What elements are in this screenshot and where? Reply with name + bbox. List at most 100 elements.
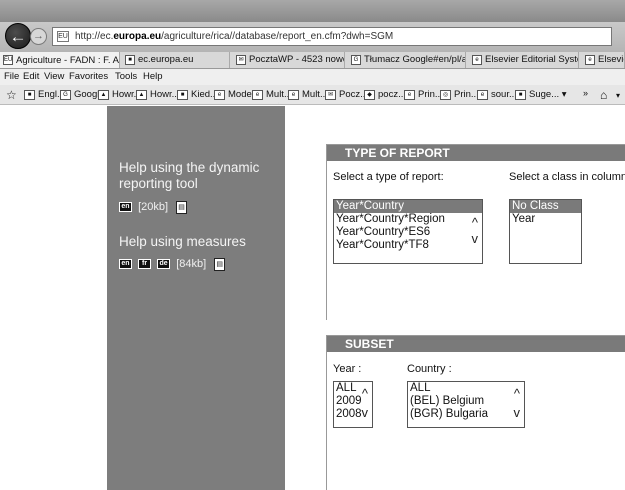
tab-elsevier-editorial[interactable]: e Elsevier Editorial SystemTM bbox=[469, 52, 579, 68]
section-title: TYPE OF REPORT bbox=[327, 145, 625, 161]
fav-howr-2[interactable]: ▲ Howr... bbox=[136, 85, 180, 105]
menu-bar: File Edit View Favorites Tools Help bbox=[0, 69, 625, 85]
fav-mult-2[interactable]: e Mult... bbox=[288, 85, 328, 105]
tab-label: Elsevier fo bbox=[598, 54, 624, 65]
select-class-label: Select a class in columns: bbox=[509, 171, 625, 183]
fav-favicon-icon: ■ bbox=[515, 90, 526, 100]
tab-favicon-icon: ✉ bbox=[236, 55, 246, 65]
section-title: SUBSET bbox=[327, 336, 625, 352]
scroll-down-icon[interactable]: v bbox=[514, 406, 521, 419]
menu-favorites[interactable]: Favorites bbox=[69, 69, 108, 85]
year-listbox[interactable]: ALL 2009 2008 ^ v bbox=[333, 381, 373, 428]
home-dropdown-icon[interactable]: ▾ bbox=[616, 86, 620, 106]
country-option[interactable]: ALL bbox=[408, 382, 524, 395]
fav-engl[interactable]: ■ Engl... bbox=[24, 85, 65, 105]
fav-favicon-icon: e bbox=[404, 90, 415, 100]
document-icon[interactable]: ▤ bbox=[214, 257, 226, 271]
type-of-report-section: TYPE OF REPORT Select a type of report: … bbox=[326, 144, 625, 320]
fav-prin-2[interactable]: ◎ Prin... bbox=[440, 85, 479, 105]
class-columns-listbox[interactable]: No Class Year bbox=[509, 199, 582, 264]
tab-poczta-wp[interactable]: ✉ PocztaWP - 4523 nowe bbox=[233, 52, 345, 68]
forward-arrow-icon: → bbox=[33, 30, 44, 42]
site-favicon-icon: EU bbox=[57, 31, 69, 42]
fav-kied[interactable]: ■ Kied... bbox=[177, 85, 218, 105]
fav-label: sour... bbox=[491, 89, 517, 100]
fav-suge[interactable]: ■ Suge... ▾ bbox=[515, 85, 567, 105]
fav-favicon-icon: ▲ bbox=[136, 90, 147, 100]
select-type-label: Select a type of report: bbox=[333, 171, 444, 183]
left-help-panel: ˙ Help using the dynamic reporting tool … bbox=[107, 100, 285, 490]
fav-sour[interactable]: e sour... bbox=[477, 85, 517, 105]
fav-favicon-icon: ■ bbox=[24, 90, 35, 100]
tab-ec-europa[interactable]: ■ ec.europa.eu bbox=[122, 52, 230, 68]
forward-button[interactable]: → bbox=[30, 28, 47, 45]
lang-en-icon[interactable]: en bbox=[119, 259, 132, 270]
favorites-star-icon[interactable]: ☆ bbox=[6, 85, 17, 105]
help-measures-link[interactable]: Help using measures bbox=[119, 234, 279, 250]
file-size: [84kb] bbox=[176, 258, 207, 270]
help-dynamic-link[interactable]: Help using the dynamic reporting tool bbox=[119, 160, 279, 192]
tab-agriculture-fadn[interactable]: EU Agriculture - FADN : F. A. ...× bbox=[0, 52, 120, 68]
report-type-option[interactable]: Year*Country bbox=[334, 200, 482, 213]
tab-favicon-icon: G bbox=[351, 55, 361, 65]
menu-edit[interactable]: Edit bbox=[23, 69, 39, 85]
menu-view[interactable]: View bbox=[44, 69, 64, 85]
tab-label: ec.europa.eu bbox=[138, 54, 194, 65]
fav-favicon-icon: ■ bbox=[177, 90, 188, 100]
tab-elsevier-fo[interactable]: e Elsevier fo bbox=[582, 52, 625, 68]
country-option[interactable]: (BEL) Belgium bbox=[408, 395, 524, 408]
country-listbox[interactable]: ALL (BEL) Belgium (BGR) Bulgaria ^ v bbox=[407, 381, 525, 428]
country-option[interactable]: (BGR) Bulgaria bbox=[408, 408, 524, 421]
favorites-bar: ☆ ■ Engl... G Google ▲ Howr... ▲ Howr... ■ Ki… bbox=[0, 85, 625, 105]
fav-favicon-icon: ✉ bbox=[325, 90, 336, 100]
scroll-up-icon[interactable]: ^ bbox=[362, 387, 368, 400]
help-dynamic-download: en [20kb] ▤ bbox=[119, 200, 188, 214]
fav-favicon-icon: e bbox=[214, 90, 225, 100]
fav-favicon-icon: G bbox=[60, 90, 71, 100]
class-option[interactable]: Year bbox=[510, 213, 581, 226]
lang-fr-icon[interactable]: fr bbox=[138, 259, 152, 270]
report-type-option[interactable]: Year*Country*TF8 bbox=[334, 239, 482, 252]
favorites-more-button[interactable]: » bbox=[583, 83, 588, 103]
page-content: ˙ Help using the dynamic reporting tool … bbox=[0, 100, 625, 490]
fav-prin-1[interactable]: e Prin... bbox=[404, 85, 443, 105]
tab-favicon-icon: e bbox=[585, 55, 595, 65]
tab-label: Tłumacz Google#en/pl/advice bbox=[364, 54, 466, 65]
scroll-down-icon[interactable]: v bbox=[362, 406, 369, 419]
scroll-down-icon[interactable]: v bbox=[472, 232, 479, 245]
address-bar[interactable]: EU http://ec.europa.eu/agriculture/rica/… bbox=[52, 27, 612, 46]
tab-google-translate[interactable]: G Tłumacz Google#en/pl/advice bbox=[348, 52, 466, 68]
fav-pocz-1[interactable]: ✉ Pocz... bbox=[325, 85, 368, 105]
url-path: /agriculture/rica//database/report_en.cf… bbox=[161, 31, 394, 42]
window-titlebar bbox=[0, 0, 625, 22]
menu-help[interactable]: Help bbox=[143, 69, 163, 85]
report-type-option[interactable]: Year*Country*ES6 bbox=[334, 226, 482, 239]
cutoff-text-fragment: ˙ bbox=[277, 100, 281, 114]
address-row: ← → EU http://ec.europa.eu/agriculture/r… bbox=[0, 22, 625, 52]
fav-label: Howr... bbox=[150, 89, 180, 100]
fav-label: Mult... bbox=[302, 89, 328, 100]
report-type-listbox[interactable]: Year*Country Year*Country*Region Year*Co… bbox=[333, 199, 483, 264]
fav-favicon-icon: e bbox=[477, 90, 488, 100]
pdf-icon[interactable]: ▤ bbox=[176, 200, 188, 214]
country-label: Country : bbox=[407, 363, 452, 375]
fav-favicon-icon: ▲ bbox=[98, 90, 109, 100]
home-icon[interactable]: ⌂ bbox=[600, 85, 607, 105]
scroll-up-icon[interactable]: ^ bbox=[514, 387, 520, 400]
tab-label: Agriculture - FADN : F. A. ... bbox=[16, 55, 119, 66]
menu-tools[interactable]: Tools bbox=[115, 69, 137, 85]
scroll-up-icon[interactable]: ^ bbox=[472, 216, 478, 229]
lang-de-icon[interactable]: de bbox=[157, 259, 171, 270]
fav-label: Suge... ▾ bbox=[529, 89, 567, 100]
lang-en-icon[interactable]: en bbox=[119, 202, 132, 213]
fav-label: pocz... bbox=[378, 89, 406, 100]
class-option[interactable]: No Class bbox=[510, 200, 581, 213]
year-label: Year : bbox=[333, 363, 362, 375]
back-button[interactable]: ← bbox=[5, 23, 31, 49]
url-domain: europa.eu bbox=[113, 31, 162, 42]
file-size: [20kb] bbox=[138, 201, 169, 213]
report-type-option[interactable]: Year*Country*Region bbox=[334, 213, 482, 226]
menu-file[interactable]: File bbox=[4, 69, 19, 85]
fav-pocz-2[interactable]: ◆ pocz... bbox=[364, 85, 406, 105]
fav-mult-1[interactable]: e Mult... bbox=[252, 85, 292, 105]
